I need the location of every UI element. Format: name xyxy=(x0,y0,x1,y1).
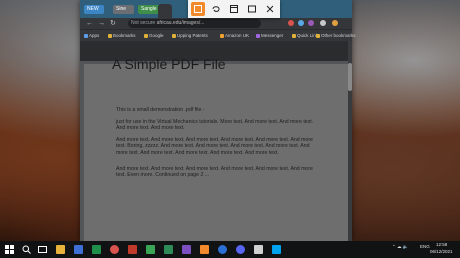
file-explorer-icon[interactable] xyxy=(56,245,65,254)
puzzle-icon[interactable] xyxy=(320,20,326,26)
fullscreen-snip-icon[interactable] xyxy=(245,2,259,16)
bookmark-apps[interactable]: Apps xyxy=(84,31,99,40)
bookmark-google[interactable]: Google xyxy=(144,31,164,40)
url-input[interactable]: Not secure africau.edu/images/... xyxy=(128,19,261,28)
not-secure-label: Not secure xyxy=(131,20,156,26)
tab-active[interactable] xyxy=(158,4,172,18)
address-bar: ← → ↻ Not secure africau.edu/images/... xyxy=(80,18,352,29)
pdf-paragraph: This is a small demonstration .pdf file … xyxy=(116,107,205,113)
extension-icon[interactable] xyxy=(298,20,304,26)
snip-toolbar xyxy=(188,0,280,18)
reload-icon[interactable]: ↻ xyxy=(110,19,116,28)
excel-icon[interactable] xyxy=(92,245,101,254)
onenote-icon[interactable] xyxy=(182,245,191,254)
close-icon[interactable] xyxy=(263,2,277,16)
bookmarks-bar: Apps Bookmarks Google Upping Patents Ama… xyxy=(80,29,356,41)
forward-icon[interactable]: → xyxy=(98,19,105,28)
tab-sine[interactable]: Sine xyxy=(113,5,134,14)
clock-time[interactable]: 12:58 xyxy=(436,242,447,247)
bookmark-upping[interactable]: Upping Patents xyxy=(172,31,208,40)
powerpoint-icon[interactable] xyxy=(128,245,137,254)
edge-icon[interactable] xyxy=(218,245,227,254)
word-icon[interactable] xyxy=(74,245,83,254)
snip-sketch-icon[interactable] xyxy=(200,245,209,254)
back-icon[interactable]: ← xyxy=(86,19,93,28)
bookmark-messenger[interactable]: Messenger xyxy=(256,31,283,40)
extension-icon[interactable] xyxy=(288,20,294,26)
whatsapp-icon[interactable] xyxy=(146,245,155,254)
scrollbar-thumb[interactable] xyxy=(348,63,352,91)
store-icon[interactable] xyxy=(272,245,281,254)
pdf-paragraph: just for use in the Virtual Mechanics tu… xyxy=(116,119,314,132)
tab-sangle[interactable]: Sangle xyxy=(138,5,160,14)
bookmark-amazon[interactable]: Amazon UK xyxy=(220,31,249,40)
bookmark-bookmarks[interactable]: Bookmarks xyxy=(108,31,136,40)
pdf-paragraph: And more text. And more text. And more t… xyxy=(116,137,313,156)
teams-icon[interactable] xyxy=(236,245,245,254)
tab-new[interactable]: NEW xyxy=(84,5,104,14)
chrome-icon[interactable] xyxy=(110,245,119,254)
pdf-paragraph: And more text. And more text. And more t… xyxy=(116,166,313,179)
rectangular-snip-icon[interactable] xyxy=(191,2,205,16)
window-snip-icon[interactable] xyxy=(227,2,241,16)
freeform-snip-icon[interactable] xyxy=(209,2,223,16)
task-view-icon[interactable] xyxy=(38,245,47,254)
language-indicator[interactable]: ENG xyxy=(420,244,430,249)
pdf-title: A Simple PDF File xyxy=(112,56,226,72)
clock-date[interactable]: 06/12/2021 xyxy=(430,249,453,254)
notepad-icon[interactable] xyxy=(254,245,263,254)
url-text: africau.edu/images/... xyxy=(156,20,205,26)
bookmark-other[interactable]: Other bookmarks xyxy=(316,31,356,40)
search-icon[interactable] xyxy=(22,245,31,254)
extension-icon[interactable] xyxy=(308,20,314,26)
avatar[interactable] xyxy=(332,20,338,26)
app-icon[interactable] xyxy=(164,245,173,254)
windows-start-icon[interactable] xyxy=(5,245,14,254)
tray-icons[interactable]: ⌃ ☁ 🔈 xyxy=(392,244,408,250)
taskbar: ⌃ ☁ 🔈 ENG 12:58 06/12/2021 xyxy=(0,241,460,258)
